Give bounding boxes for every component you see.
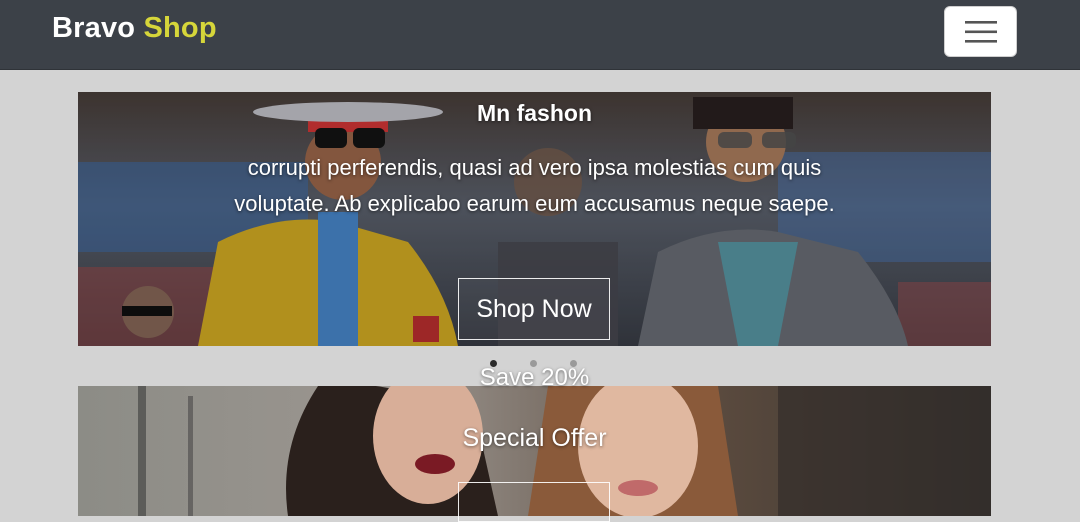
hamburger-icon xyxy=(965,21,997,43)
menu-toggle-button[interactable] xyxy=(944,6,1017,57)
brand-accent: Shop xyxy=(143,12,217,44)
promo-save-text: Save 20% xyxy=(479,364,590,391)
slide-title: Mn fashon xyxy=(477,100,592,126)
shop-now-button[interactable]: Shop Now xyxy=(458,278,610,340)
carousel-slide: Mn fashon corrupti perferendis, quasi ad… xyxy=(78,92,991,346)
slide-description: corrupti perferendis, quasi ad vero ipsa… xyxy=(234,155,835,216)
brand-logo[interactable]: Bravo Shop xyxy=(52,12,217,45)
promo-offer-text: Special Offer xyxy=(462,424,607,452)
brand-name: Bravo xyxy=(52,12,136,44)
navbar: Bravo Shop xyxy=(0,0,1080,70)
promo-shop-button[interactable] xyxy=(458,482,610,522)
